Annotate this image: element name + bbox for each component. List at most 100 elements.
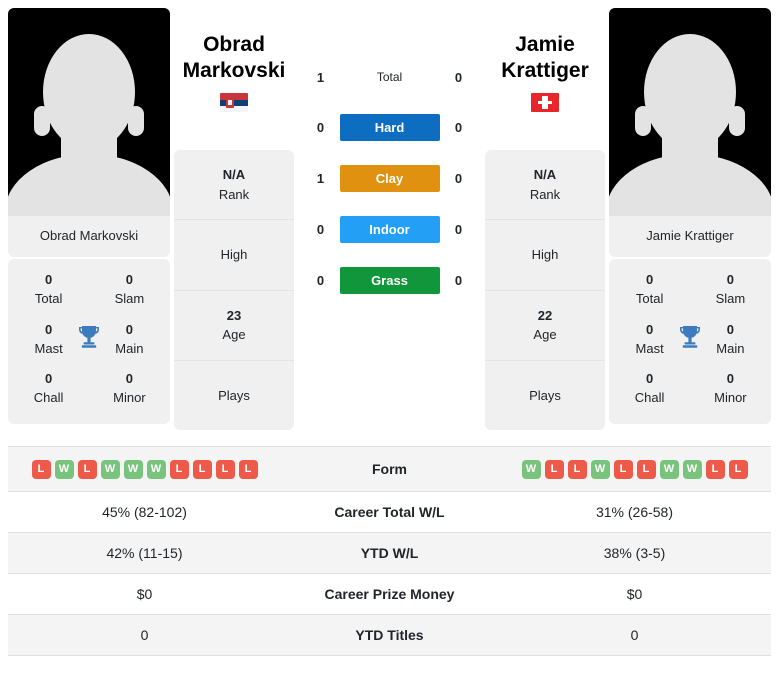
left-ytd_titles: 0 (140, 627, 149, 644)
h2h-hard-label[interactable]: Hard (339, 114, 440, 141)
right-titles-slam-label: Slam (715, 290, 746, 306)
right-player-avatar-card[interactable]: Jamie Krattiger (609, 8, 771, 257)
right-titles-mast: 0 Mast (623, 321, 676, 359)
form-badge-win[interactable]: W (659, 460, 679, 480)
right-titles-slam: 0 Slam (704, 271, 757, 309)
left-age-cell: 23 Age (174, 291, 294, 361)
left-player-titles-card: 0 Total 0 Slam 0 Mast 0 Main 0 Chall 0 M… (8, 259, 170, 425)
h2h-row-hard: 0 Hard 0 (298, 114, 481, 141)
h2h-grass-label[interactable]: Grass (339, 267, 440, 294)
left-titles-total: 0 Total (22, 271, 75, 309)
h2h-indoor-left-score: 0 (316, 222, 325, 237)
left-titles-total-label: Total (34, 290, 63, 306)
left-player-info-card: N/A Rank High 23 Age Plays (174, 150, 294, 431)
right-player-first-name: Jamie (515, 33, 575, 56)
right-titles-main-value: 0 (726, 321, 734, 337)
left-player-photo (8, 8, 170, 216)
right-titles-minor-label: Minor (714, 390, 747, 406)
stat-label: YTD W/L (360, 545, 419, 562)
table-row: 45% (82-102) Career Total W/L 31% (26-58) (8, 491, 771, 533)
avatar-silhouette-icon (43, 34, 135, 150)
h2h-hard-right-score: 0 (454, 120, 463, 135)
trophy-icon (75, 325, 103, 354)
left-player-avatar-caption: Obrad Markovski (8, 216, 170, 257)
left-titles-total-value: 0 (45, 272, 53, 287)
right-titles-total-value: 0 (646, 272, 654, 287)
form-badge-win[interactable]: W (54, 460, 74, 480)
table-row: 0 YTD Titles 0 (8, 614, 771, 656)
form-badge-win[interactable]: W (521, 460, 541, 480)
left-titles-slam: 0 Slam (103, 271, 156, 309)
left-titles-minor-label: Minor (113, 390, 146, 406)
h2h-indoor-label[interactable]: Indoor (339, 216, 440, 243)
form-badge-loss[interactable]: L (238, 460, 258, 480)
left-career_prize_money: $0 (136, 586, 153, 603)
form-badge-loss[interactable]: L (31, 460, 51, 480)
avatar-body (8, 154, 170, 216)
left-high-cell: High (174, 220, 294, 291)
h2h-total-label: Total (376, 70, 403, 84)
right-player-flag-wrap (485, 83, 605, 119)
form-badge-loss[interactable]: L (636, 460, 656, 480)
form-badge-win[interactable]: W (682, 460, 702, 480)
left-rank-label: Rank (218, 186, 250, 202)
titles-row-total-slam: 0 Total 0 Slam (8, 265, 170, 315)
right-high-cell: High (485, 220, 605, 291)
form-badge-loss[interactable]: L (613, 460, 633, 480)
form-badge-loss[interactable]: L (169, 460, 189, 480)
right-age-cell: 22 Age (485, 291, 605, 361)
avatar-ear-right (128, 106, 144, 136)
titles-row-chall-minor: 0 Chall 0 Minor (609, 364, 771, 414)
left-player-last-name: Markovski (182, 58, 286, 82)
avatar-ear-left (34, 106, 50, 136)
right-rank-label: Rank (529, 186, 561, 202)
right-titles-main: 0 Main (704, 321, 757, 359)
form-badge-loss[interactable]: L (567, 460, 587, 480)
form-badge-loss[interactable]: L (728, 460, 748, 480)
h2h-row-grass: 0 Grass 0 (298, 267, 481, 294)
form-badge-win[interactable]: W (146, 460, 166, 480)
h2h-clay-label[interactable]: Clay (339, 165, 440, 192)
left-titles-slam-value: 0 (125, 272, 133, 287)
form-badge-loss[interactable]: L (77, 460, 97, 480)
left-titles-minor-value: 0 (125, 371, 133, 387)
h2h-hard-left-score: 0 (316, 120, 325, 135)
form-badge-win[interactable]: W (100, 460, 120, 480)
left-titles-chall-value: 0 (45, 371, 53, 387)
form-badge-loss[interactable]: L (192, 460, 212, 480)
trophy-icon (676, 325, 704, 354)
left-titles-chall: 0 Chall (22, 370, 75, 408)
form-badge-loss[interactable]: L (705, 460, 725, 480)
table-row: L W L W W W L L L L Form W L L W L L W W L L (8, 446, 771, 492)
stats-comparison-table: L W L W W W L L L L Form W L L W L L W W L L 45% (82-102) Care… (8, 446, 771, 656)
right-titles-chall-label: Chall (634, 390, 665, 406)
form-badge-win[interactable]: W (123, 460, 143, 480)
right-player-avatar-caption: Jamie Krattiger (609, 216, 771, 257)
stat-label: Career Prize Money (324, 586, 455, 603)
left-titles-slam-label: Slam (114, 290, 145, 306)
h2h-row-total: 1 Total 0 (298, 64, 481, 90)
left-player-avatar-card[interactable]: Obrad Markovski (8, 8, 170, 257)
right-titles-mast-value: 0 (646, 321, 654, 337)
right-ytd_wl: 38% (3-5) (603, 545, 666, 562)
right-player-titles-card: 0 Total 0 Slam 0 Mast 0 Main 0 Chall 0 M… (609, 259, 771, 425)
left-form-cell: LWLWWWLLLL (8, 447, 281, 492)
h2h-clay-right-score: 0 (454, 171, 463, 186)
left-player-first-name: Obrad (203, 33, 265, 56)
avatar-ear-right (729, 106, 745, 136)
h2h-indoor-right-score: 0 (454, 222, 463, 237)
player-comparison-page: Obrad Markovski 0 Total 0 Slam 0 Mast 0 … (0, 0, 779, 656)
titles-row-mast-main: 0 Mast 0 Main (609, 315, 771, 365)
titles-row-total-slam: 0 Total 0 Slam (609, 265, 771, 315)
form-badge-loss[interactable]: L (215, 460, 235, 480)
right-titles-main-label: Main (716, 340, 745, 356)
form-badge-win[interactable]: W (590, 460, 610, 480)
titles-row-mast-main: 0 Mast 0 Main (8, 315, 170, 365)
form-badge-loss[interactable]: L (544, 460, 564, 480)
right-rank-cell: N/A Rank (485, 150, 605, 221)
right-player-info-card: N/A Rank High 22 Age Plays (485, 150, 605, 431)
right-player-photo (609, 8, 771, 216)
h2h-grass-left-score: 0 (316, 273, 325, 288)
comparison-header: Obrad Markovski 0 Total 0 Slam 0 Mast 0 … (0, 0, 779, 431)
right-titles-minor: 0 Minor (704, 370, 757, 408)
